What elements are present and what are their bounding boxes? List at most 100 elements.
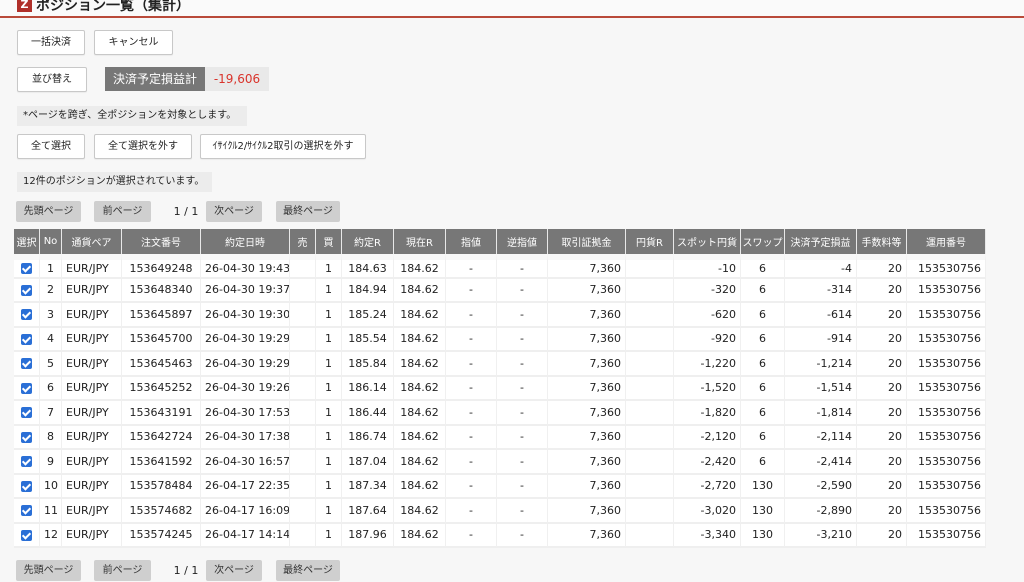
row-checkbox[interactable] <box>21 529 32 541</box>
table-cell: 6 <box>741 278 785 303</box>
table-cell: 7 <box>40 401 62 426</box>
bulk-settle-button[interactable]: 一括決済 <box>17 30 85 55</box>
table-row[interactable]: 11 EUR/JPY 153574682 26-04-17 16:09 1 187.64 1… <box>14 499 986 524</box>
table-cell: 153574682 <box>122 499 201 524</box>
next-page-button[interactable]: 次ページ <box>206 560 262 581</box>
table-row[interactable]: 8 EUR/JPY 153642724 26-04-30 17:38 1 186.74 18… <box>14 425 986 450</box>
select-all-button[interactable]: 全て選択 <box>17 134 85 159</box>
table-cell: 187.64 <box>342 499 394 524</box>
table-cell: 6 <box>741 327 785 352</box>
table-cell: -3,020 <box>674 499 741 524</box>
table-cell: - <box>497 278 548 303</box>
select-cell[interactable] <box>14 401 40 426</box>
row-checkbox[interactable] <box>21 284 32 296</box>
deselect-cycle-button[interactable]: ｲｻｲｸﾙ2/ｻｲｸﾙ2取引の選択を外す <box>200 134 366 159</box>
table-cell: 20 <box>857 523 907 548</box>
row-checkbox[interactable] <box>21 309 32 321</box>
select-cell[interactable] <box>14 450 40 475</box>
last-page-button[interactable]: 最終ページ <box>276 201 340 222</box>
table-cell: 26-04-30 19:26 <box>201 376 290 401</box>
table-cell: 7,360 <box>548 278 626 303</box>
row-checkbox[interactable] <box>21 382 32 394</box>
table-cell: - <box>446 474 497 499</box>
row-checkbox[interactable] <box>21 456 32 468</box>
table-row[interactable]: 10 EUR/JPY 153578484 26-04-17 22:35 1 187.34 1… <box>14 474 986 499</box>
row-checkbox[interactable] <box>21 505 32 517</box>
table-cell: 153530756 <box>907 376 986 401</box>
table-row[interactable]: 4 EUR/JPY 153645700 26-04-30 19:29 1 185.54 18… <box>14 327 986 352</box>
table-cell: 187.34 <box>342 474 394 499</box>
table-row[interactable]: 9 EUR/JPY 153641592 26-04-30 16:57 1 187.04 18… <box>14 450 986 475</box>
prev-page-button[interactable]: 前ページ <box>94 560 151 581</box>
page-title: ポジション一覧（集計） <box>36 0 190 14</box>
table-cell: 1 <box>316 450 342 475</box>
table-row[interactable]: 6 EUR/JPY 153645252 26-04-30 19:26 1 186.14 18… <box>14 376 986 401</box>
select-cell[interactable] <box>14 376 40 401</box>
select-cell[interactable] <box>14 352 40 377</box>
table-cell: -914 <box>785 327 857 352</box>
table-row[interactable]: 7 EUR/JPY 153643191 26-04-30 17:53 1 186.44 18… <box>14 401 986 426</box>
sort-button[interactable]: 並び替え <box>17 67 87 92</box>
table-row[interactable]: 2 EUR/JPY 153648340 26-04-30 19:37 1 184.94 18… <box>14 278 986 303</box>
table-cell <box>290 499 316 524</box>
select-cell[interactable] <box>14 303 40 328</box>
table-cell: 184.62 <box>394 352 446 377</box>
table-row[interactable]: 1 EUR/JPY 153649248 26-04-30 19:43 1 184.63 18… <box>14 254 986 279</box>
row-checkbox[interactable] <box>21 407 32 419</box>
pager-top: 先頭ページ 前ページ 1 / 1 次ページ 最終ページ <box>16 201 356 223</box>
select-cell[interactable] <box>14 499 40 524</box>
table-cell: 1 <box>316 401 342 426</box>
table-cell: - <box>497 327 548 352</box>
row-checkbox[interactable] <box>21 431 32 443</box>
table-cell: 26-04-17 14:14 <box>201 523 290 548</box>
select-cell[interactable] <box>14 474 40 499</box>
table-cell: - <box>446 376 497 401</box>
table-cell: - <box>446 425 497 450</box>
table-cell: 6 <box>741 425 785 450</box>
select-cell[interactable] <box>14 327 40 352</box>
select-cell[interactable] <box>14 523 40 548</box>
first-page-button[interactable]: 先頭ページ <box>16 560 81 581</box>
table-cell: 184.62 <box>394 523 446 548</box>
table-cell <box>626 425 674 450</box>
column-header: 注文番号 <box>122 229 201 254</box>
table-cell <box>290 376 316 401</box>
table-cell: 7,360 <box>548 254 626 279</box>
last-page-button[interactable]: 最終ページ <box>276 560 340 581</box>
row-checkbox[interactable] <box>21 480 32 492</box>
table-cell <box>290 303 316 328</box>
table-cell: 26-04-17 16:09 <box>201 499 290 524</box>
table-cell: 153530756 <box>907 450 986 475</box>
row-checkbox[interactable] <box>21 333 32 345</box>
table-cell: -10 <box>674 254 741 279</box>
row-checkbox[interactable] <box>21 358 32 370</box>
table-row[interactable]: 3 EUR/JPY 153645897 26-04-30 19:30 1 185.24 18… <box>14 303 986 328</box>
prev-page-button[interactable]: 前ページ <box>94 201 151 222</box>
table-cell: - <box>446 523 497 548</box>
table-cell: 7,360 <box>548 499 626 524</box>
cross-page-note: *ページを跨ぎ、全ポジションを対象とします。 <box>17 106 247 126</box>
table-cell: 1 <box>316 327 342 352</box>
table-row[interactable]: 5 EUR/JPY 153645463 26-04-30 19:29 1 185.84 18… <box>14 352 986 377</box>
select-cell[interactable] <box>14 425 40 450</box>
next-page-button[interactable]: 次ページ <box>206 201 262 222</box>
column-header: 買 <box>316 229 342 254</box>
table-cell: 185.24 <box>342 303 394 328</box>
table-cell: 20 <box>857 401 907 426</box>
table-header-row: 選択 No 通貨ペア 注文番号 約定日時売買約定R 現在R 指値 逆指値 取引証拠金 円貨R スポッ… <box>14 229 986 254</box>
deselect-all-button[interactable]: 全て選択を外す <box>94 134 192 159</box>
select-cell[interactable] <box>14 254 40 279</box>
table-row[interactable]: 12 EUR/JPY 153574245 26-04-17 14:14 1 187.96 1… <box>14 523 986 548</box>
table-cell: 186.74 <box>342 425 394 450</box>
table-cell: 26-04-30 17:38 <box>201 425 290 450</box>
row-checkbox[interactable] <box>21 263 32 275</box>
table-cell: 6 <box>741 352 785 377</box>
first-page-button[interactable]: 先頭ページ <box>16 201 81 222</box>
table-cell: 2 <box>40 278 62 303</box>
table-cell: 153645700 <box>122 327 201 352</box>
column-header: 約定日時 <box>201 229 290 254</box>
column-header: No <box>40 229 62 254</box>
select-cell[interactable] <box>14 278 40 303</box>
cancel-button[interactable]: キャンセル <box>94 30 173 55</box>
table-cell: 187.04 <box>342 450 394 475</box>
